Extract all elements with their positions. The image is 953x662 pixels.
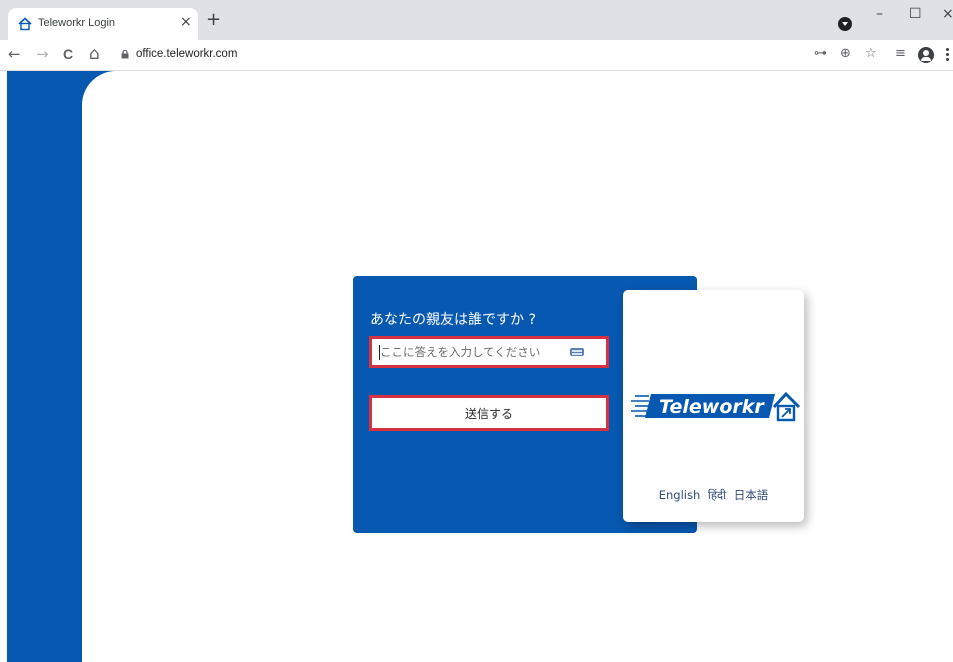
new-tab-button[interactable]: + (206, 11, 221, 29)
zoom-icon[interactable]: ⊕ (840, 47, 851, 61)
keyboard-icon[interactable] (570, 348, 584, 356)
answer-field-highlight (369, 336, 609, 368)
submit-button[interactable]: 送信する (372, 398, 606, 428)
reload-icon[interactable]: C (63, 46, 73, 62)
brand-card: Teleworkr English हिंदी 日本語 (623, 290, 804, 522)
text-caret (379, 345, 380, 360)
lock-icon (121, 50, 129, 59)
tab-close-icon[interactable]: × (180, 14, 192, 30)
maximize-button[interactable]: ☐ (909, 6, 922, 22)
security-question: あなたの親友は誰ですか ? (370, 312, 536, 328)
teleworkr-logo: Teleworkr (631, 391, 801, 422)
lang-english[interactable]: English (659, 488, 701, 502)
left-brand-band (7, 71, 82, 662)
forward-icon[interactable]: → (36, 46, 49, 62)
tab-search-icon[interactable] (838, 17, 852, 31)
band-corner (82, 71, 116, 105)
lang-japanese[interactable]: 日本語 (734, 488, 769, 502)
lang-hindi[interactable]: हिंदी (708, 488, 726, 502)
browser-menu-icon[interactable] (946, 48, 949, 62)
svg-text:Teleworkr: Teleworkr (659, 396, 765, 418)
minimize-button[interactable]: – (876, 6, 883, 22)
submit-highlight: 送信する (369, 395, 609, 431)
browser-tabstrip: Teleworkr Login × + – ☐ × (0, 0, 953, 40)
address-bar[interactable]: office.teleworkr.com (136, 48, 237, 60)
key-icon[interactable]: ⊶ (814, 47, 827, 61)
language-selector: English हिंदी 日本語 (623, 487, 804, 503)
answer-input[interactable] (376, 342, 586, 362)
browser-tab[interactable]: Teleworkr Login × (8, 8, 198, 40)
bookmark-star-icon[interactable]: ☆ (865, 47, 877, 61)
reading-list-icon[interactable]: ≡ (895, 47, 906, 61)
tab-title: Teleworkr Login (38, 17, 116, 29)
home-icon (18, 17, 32, 31)
page-viewport: あなたの親友は誰ですか ? 送信する Teleworkr E (0, 71, 953, 662)
back-icon[interactable]: ← (8, 46, 21, 62)
browser-toolbar: ← → C ⌂ office.teleworkr.com ⊶ ⊕ ☆ ≡ (0, 40, 953, 71)
close-window-button[interactable]: × (942, 6, 953, 22)
profile-avatar-icon[interactable] (918, 47, 934, 63)
home-nav-icon[interactable]: ⌂ (89, 46, 100, 63)
